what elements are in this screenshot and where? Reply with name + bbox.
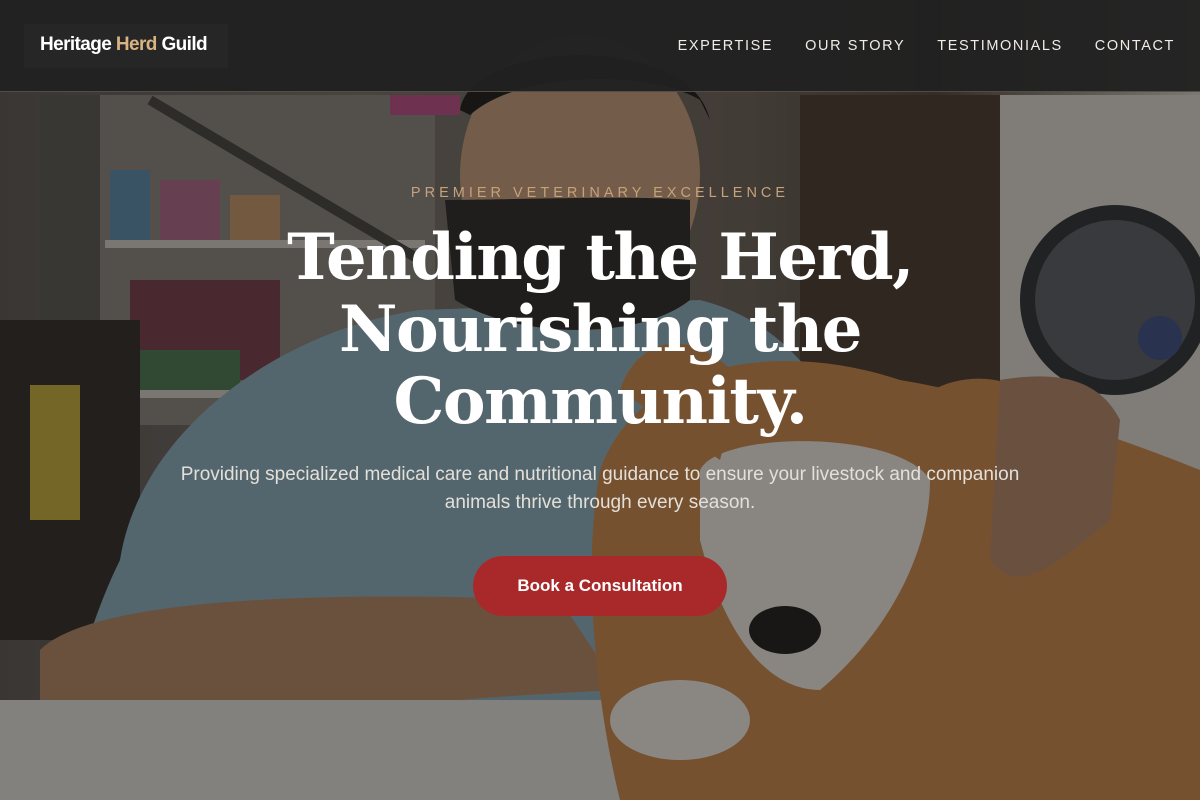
hero-headline: Tending the Herd, Nourishing the Communi… [0,222,1200,438]
hero-subtitle: Providing specialized medical care and n… [180,464,1020,513]
brand-name-part2: Guild [156,34,208,55]
main-nav: EXPERTISE OUR STORY TESTIMONIALS CONTACT [678,37,1175,55]
headline-line-3: Community. [393,364,808,439]
nav-link-contact[interactable]: CONTACT [1095,37,1175,55]
brand-name-part1: Heritage [40,34,116,55]
nav-link-testimonials[interactable]: TESTIMONIALS [937,37,1063,55]
headline-line-2: Nourishing the [339,292,863,367]
nav-link-our-story[interactable]: OUR STORY [805,37,905,55]
site-header: Heritage Herd Guild EXPERTISE OUR STORY … [0,0,1200,92]
book-consultation-button[interactable]: Book a Consultation [473,556,727,616]
brand-name-accent: Herd [115,34,157,55]
nav-link-expertise[interactable]: EXPERTISE [678,37,774,55]
hero-eyebrow: PREMIER VETERINARY EXCELLENCE [410,185,790,201]
headline-line-1: Tending the Herd, [287,220,914,295]
landing-page: Heritage Herd Guild EXPERTISE OUR STORY … [0,0,1200,800]
brand-logo[interactable]: Heritage Herd Guild [40,34,208,56]
